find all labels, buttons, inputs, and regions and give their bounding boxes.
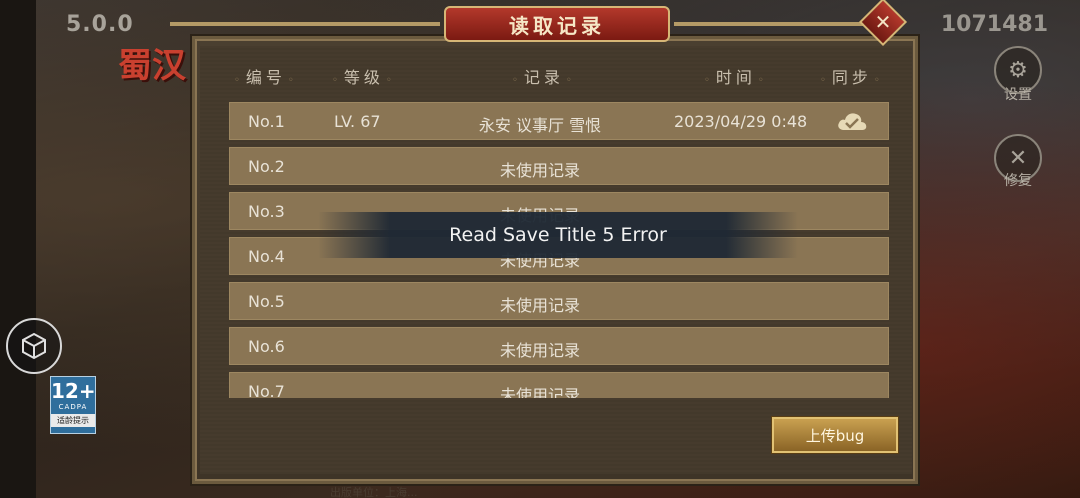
title-ornament-right [674, 22, 864, 26]
version-label: 5.0.0 [66, 12, 134, 37]
close-icon[interactable]: ✕ [866, 5, 900, 39]
publisher-footer: 出版单位：上海... [330, 486, 418, 498]
screen-edge [0, 0, 36, 498]
cloud-synced-icon [838, 113, 867, 130]
column-header-sync: 同步 [818, 64, 886, 88]
settings-label: 设置 [1004, 87, 1032, 103]
floating-assistant-button[interactable] [6, 318, 62, 374]
slot-record: 未使用记录 [499, 296, 580, 315]
column-header-level: 等级 [330, 64, 398, 88]
save-slot-row[interactable]: No.1 LV. 67 永安 议事厅 雪恨 2023/04/29 0:48 [229, 102, 889, 140]
slot-time: 2023/04/29 0:48 [674, 112, 808, 131]
wrench-icon: ✕ [1008, 145, 1028, 171]
save-slot-row[interactable]: No.2 未使用记录 [229, 147, 889, 185]
column-header-time: 时间 [702, 64, 770, 88]
age-rating-badge: 12+ CADPA 适龄提示 [50, 376, 96, 434]
title-ornament-left [170, 22, 440, 26]
error-toast: Read Save Title 5 Error [318, 212, 798, 258]
slot-record: 未使用记录 [499, 386, 580, 398]
slot-record: 未使用记录 [499, 161, 580, 180]
game-logo: 蜀汉 [118, 46, 186, 86]
save-slot-row[interactable]: No.7 未使用记录 [229, 372, 889, 398]
upload-bug-button[interactable]: 上传bug [772, 417, 898, 453]
column-header-no: 编号 [232, 64, 300, 88]
cube-icon [22, 332, 46, 360]
age-rating-value: 12+ [51, 379, 96, 403]
age-rating-org: CADPA [58, 403, 88, 411]
column-header-record: 记录 [510, 64, 578, 88]
save-slot-row[interactable]: No.6 未使用记录 [229, 327, 889, 365]
dialog-title: 读取记录 [444, 6, 670, 42]
slot-record: 未使用记录 [499, 341, 580, 360]
repair-label: 修复 [1004, 173, 1032, 189]
player-id-label: 1071481 [940, 12, 1048, 37]
age-rating-note: 适龄提示 [51, 414, 95, 427]
save-slot-row[interactable]: No.5 未使用记录 [229, 282, 889, 320]
gear-icon: ⚙ [1008, 57, 1028, 83]
